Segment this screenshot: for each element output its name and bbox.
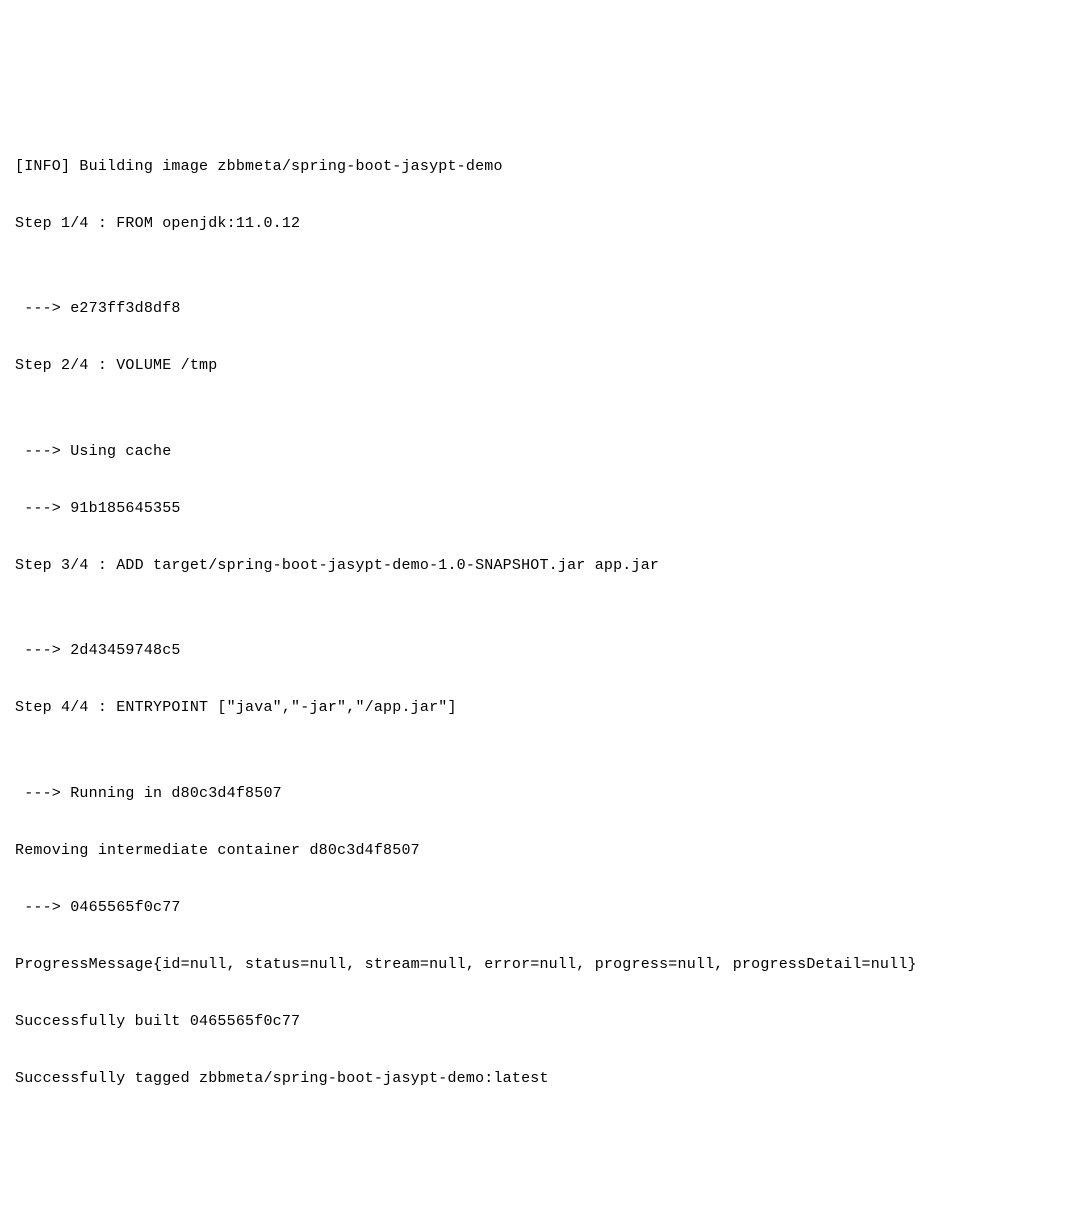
log-line: Step 1/4 : FROM openjdk:11.0.12 [15, 210, 1065, 239]
log-line: Successfully built 0465565f0c77 [15, 1008, 1065, 1037]
log-line: ---> Using cache [15, 438, 1065, 467]
log-line: Removing intermediate container d80c3d4f… [15, 837, 1065, 866]
log-line: Step 3/4 : ADD target/spring-boot-jasypt… [15, 552, 1065, 581]
log-line: [INFO] Building image zbbmeta/spring-boo… [15, 153, 1065, 182]
terminal-output: [INFO] Building image zbbmeta/spring-boo… [15, 124, 1065, 1122]
log-line: ---> 91b185645355 [15, 495, 1065, 524]
log-line: ---> Running in d80c3d4f8507 [15, 780, 1065, 809]
log-line: ---> e273ff3d8df8 [15, 295, 1065, 324]
log-line: Step 4/4 : ENTRYPOINT ["java","-jar","/a… [15, 694, 1065, 723]
log-line: Step 2/4 : VOLUME /tmp [15, 352, 1065, 381]
log-line: ---> 2d43459748c5 [15, 637, 1065, 666]
log-line: ---> 0465565f0c77 [15, 894, 1065, 923]
log-line: Successfully tagged zbbmeta/spring-boot-… [15, 1065, 1065, 1094]
log-line: ProgressMessage{id=null, status=null, st… [15, 951, 1065, 980]
